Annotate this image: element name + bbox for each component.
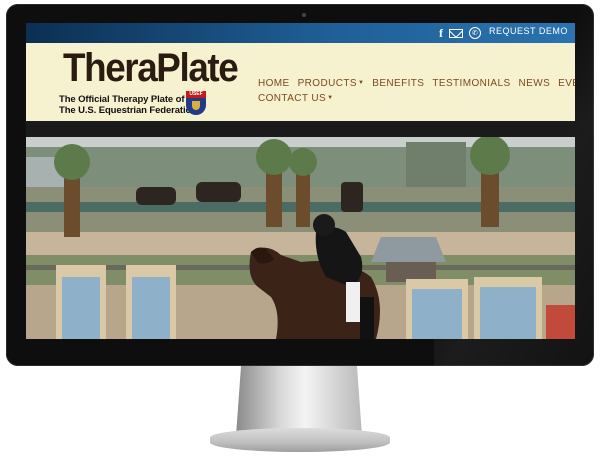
caret-down-icon: ▼ [327, 95, 334, 101]
website-screen: f ✆ REQUEST DEMO TheraPlate The Official… [26, 23, 575, 339]
nav-item-benefits[interactable]: BENEFITS [372, 78, 424, 89]
nav-item-contact-us[interactable]: CONTACT US▼ [258, 93, 333, 104]
social-icons: f ✆ [439, 26, 481, 40]
utility-bar: f ✆ REQUEST DEMO [26, 23, 575, 43]
request-demo-link[interactable]: REQUEST DEMO [489, 26, 568, 36]
mail-icon[interactable] [449, 28, 463, 38]
hero-image [26, 137, 575, 339]
nav-item-home[interactable]: HOME [258, 78, 290, 89]
webcam-icon [302, 13, 306, 17]
phone-icon[interactable]: ✆ [469, 27, 481, 39]
monitor-stand-neck [236, 366, 362, 436]
nav-item-testimonials[interactable]: TESTIMONIALS [432, 78, 510, 89]
monitor-stand-base [210, 428, 390, 452]
site-logo[interactable]: TheraPlate [63, 46, 239, 90]
logo-tagline-line2: The U.S. Equestrian Federation [59, 105, 197, 116]
main-nav: HOME PRODUCTS▼ BENEFITS TESTIMONIALS NEW… [258, 76, 575, 106]
logo-tagline-line1: The Official Therapy Plate of [59, 94, 185, 105]
site-header: TheraPlate The Official Therapy Plate of… [26, 43, 575, 125]
nav-item-events[interactable]: EVENTS [558, 78, 575, 89]
usef-badge-icon: USEF [186, 91, 206, 115]
nav-item-news[interactable]: NEWS [519, 78, 551, 89]
caret-down-icon: ▼ [357, 80, 365, 86]
facebook-icon[interactable]: f [439, 26, 443, 40]
nav-item-products[interactable]: PRODUCTS▼ [298, 78, 365, 89]
header-divider [26, 125, 575, 137]
hero-photo-horse-rider [26, 137, 575, 339]
